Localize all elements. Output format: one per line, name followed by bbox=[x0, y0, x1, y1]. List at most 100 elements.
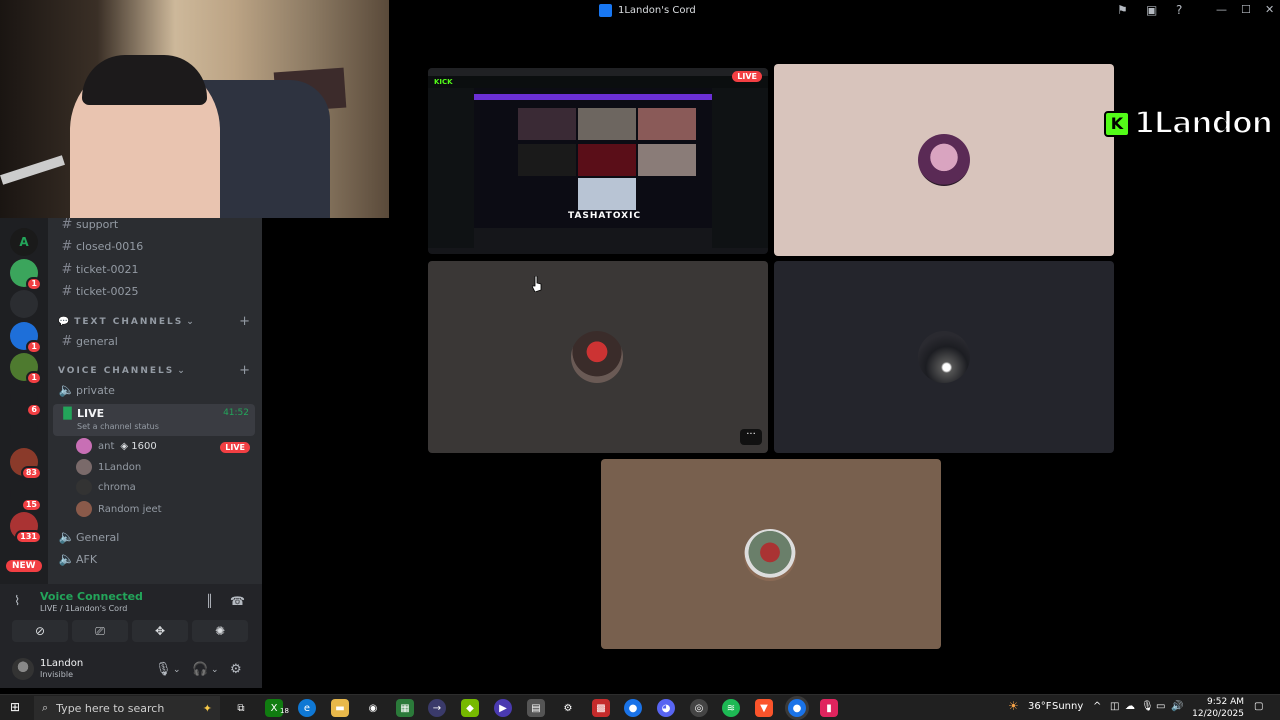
video-off-button[interactable]: ⊘ bbox=[12, 620, 68, 642]
server-icon[interactable]: 131 bbox=[10, 512, 42, 544]
unread-badge: 15 bbox=[20, 498, 42, 512]
activities-button[interactable]: ✥ bbox=[132, 620, 188, 642]
participant-tile-1[interactable] bbox=[774, 64, 1114, 256]
task-view-icon[interactable]: ⧉ bbox=[232, 699, 250, 717]
edge-icon[interactable]: e bbox=[298, 699, 316, 717]
channel-general[interactable]: # general bbox=[58, 331, 118, 351]
server-icon[interactable] bbox=[10, 416, 38, 444]
obs-icon[interactable]: ◉ bbox=[364, 699, 382, 717]
hash-icon: # bbox=[61, 283, 73, 299]
nvidia-icon[interactable]: ◆ bbox=[461, 699, 479, 717]
voice-panel: ⌇ Voice Connected LIVE / 1Landon's Cord … bbox=[0, 584, 262, 688]
hash-icon: # bbox=[61, 218, 73, 232]
voice-user[interactable]: chroma bbox=[76, 478, 136, 496]
unread-badge: 1 bbox=[26, 340, 42, 354]
server-icon[interactable]: 1 bbox=[10, 353, 42, 385]
voice-connected-status[interactable]: Voice Connected bbox=[40, 590, 143, 603]
minimize-icon[interactable]: — bbox=[1216, 3, 1227, 16]
more-options-icon[interactable]: ··· bbox=[740, 429, 762, 445]
voice-channel-afk[interactable]: 🔈 AFK bbox=[58, 549, 97, 569]
participant-tile-2[interactable]: ··· bbox=[428, 261, 768, 453]
server-icon[interactable]: 83 bbox=[10, 448, 42, 480]
media-player-icon[interactable]: ▶ bbox=[494, 699, 512, 717]
steam-icon[interactable]: ◎ bbox=[690, 699, 708, 717]
close-icon[interactable]: ✕ bbox=[1265, 3, 1274, 16]
headphones-icon[interactable]: 🎧 bbox=[192, 662, 208, 677]
server-icon[interactable]: 1 bbox=[10, 259, 42, 291]
taskbar-search[interactable]: ⌕ Type here to search ✦ bbox=[34, 696, 220, 720]
app-red-icon[interactable]: ▩ bbox=[592, 699, 610, 717]
channel-closed-0016[interactable]: # closed-0016 bbox=[58, 236, 144, 256]
inbox-icon[interactable]: ⚑ bbox=[1117, 3, 1128, 17]
settings-gear-icon[interactable]: ⚙ bbox=[230, 662, 242, 677]
tray-mic-icon[interactable]: 🎙 bbox=[1141, 701, 1154, 712]
screen: { "window": { "title": "1Landon's Cord",… bbox=[0, 0, 1280, 720]
webcam-overlay bbox=[0, 0, 389, 218]
category-label: TEXT CHANNELS bbox=[74, 317, 184, 327]
channel-ticket-0021[interactable]: # ticket-0021 bbox=[58, 259, 139, 279]
app-icon[interactable]: → bbox=[428, 699, 446, 717]
store-icon[interactable]: ▦ bbox=[396, 699, 414, 717]
user-avatar[interactable] bbox=[12, 658, 34, 680]
channel-name: ticket-0025 bbox=[76, 284, 139, 298]
brave-icon[interactable]: ▼ bbox=[755, 699, 773, 717]
server-icon[interactable]: 1 bbox=[10, 322, 42, 354]
discord-icon[interactable]: ◕ bbox=[657, 699, 675, 717]
voice-user[interactable]: ant ◈ 1600 bbox=[76, 437, 157, 455]
new-badge[interactable]: NEW bbox=[6, 560, 42, 572]
chrome-icon[interactable]: ● bbox=[624, 699, 642, 717]
share-screen-button[interactable]: ⎚ bbox=[72, 620, 128, 642]
voice-user[interactable]: 1Landon bbox=[76, 458, 141, 476]
soundboard-button[interactable]: ✺ bbox=[192, 620, 248, 642]
maximize-icon[interactable]: ☐ bbox=[1241, 3, 1251, 16]
weather-text[interactable]: Sunny bbox=[1052, 701, 1083, 712]
noise-suppression-icon[interactable]: ║ bbox=[206, 594, 213, 608]
calculator-icon[interactable]: ▤ bbox=[527, 699, 545, 717]
participant-tile-4[interactable] bbox=[601, 459, 941, 649]
category-voice-channels[interactable]: VOICE CHANNELS ⌄ bbox=[58, 366, 187, 376]
unread-badge: 131 bbox=[15, 530, 42, 544]
stream-tile[interactable]: KICK TASHATOXIC LIVE bbox=[428, 68, 768, 254]
tray-app-icon[interactable]: ◫ bbox=[1110, 701, 1119, 712]
app-pink-icon[interactable]: ▮ bbox=[820, 699, 838, 717]
chrome-active-icon[interactable]: ● bbox=[788, 699, 806, 717]
channel-name: closed-0016 bbox=[76, 239, 144, 253]
channel-status-prompt[interactable]: Set a channel status bbox=[77, 422, 159, 431]
disconnect-icon[interactable]: ☎ bbox=[230, 594, 245, 608]
voice-user-name: 1Landon bbox=[98, 461, 142, 473]
tray-chevron-icon[interactable]: ^ bbox=[1093, 701, 1101, 712]
server-icon[interactable] bbox=[10, 290, 38, 318]
help-icon[interactable]: ? bbox=[1176, 3, 1182, 17]
server-icon[interactable]: A bbox=[10, 228, 38, 256]
voice-connected-channel[interactable]: LIVE / 1Landon's Cord bbox=[40, 604, 127, 613]
voice-channel-private[interactable]: 🔈 private bbox=[58, 380, 115, 400]
microphone-icon[interactable]: 🎙 bbox=[155, 662, 172, 677]
add-channel-icon[interactable]: + bbox=[239, 314, 250, 329]
participant-tile-3[interactable] bbox=[774, 261, 1114, 453]
channel-support[interactable]: # support bbox=[58, 218, 119, 234]
file-explorer-icon[interactable]: ▬ bbox=[331, 699, 349, 717]
chevron-down-icon[interactable]: ⌄ bbox=[173, 665, 181, 675]
screen-share-icon[interactable]: ▣ bbox=[1146, 3, 1157, 17]
voice-channel-live[interactable]: ▐▌ LIVE 41:52 Set a channel status bbox=[53, 404, 255, 436]
user-name[interactable]: 1Landon bbox=[40, 658, 83, 669]
voice-channel-general[interactable]: 🔈 General bbox=[58, 527, 119, 547]
tray-network-icon[interactable]: ▭ bbox=[1156, 701, 1165, 712]
server-icon[interactable]: 6 bbox=[10, 385, 42, 417]
server-icon[interactable]: 15 bbox=[10, 480, 42, 512]
tray-volume-icon[interactable]: 🔊 bbox=[1171, 701, 1183, 712]
channel-ticket-0025[interactable]: # ticket-0025 bbox=[58, 281, 139, 301]
tray-cloud-icon[interactable]: ☁ bbox=[1125, 701, 1135, 712]
add-voice-channel-icon[interactable]: + bbox=[239, 363, 250, 378]
spotify-icon[interactable]: ≋ bbox=[722, 699, 740, 717]
system-clock[interactable]: 9:52 AM 12/20/2025 bbox=[1192, 696, 1244, 720]
notifications-icon[interactable]: ▢ bbox=[1254, 701, 1263, 712]
category-text-channels[interactable]: 💬 TEXT CHANNELS ⌄ bbox=[58, 317, 196, 327]
chevron-down-icon[interactable]: ⌄ bbox=[211, 665, 219, 675]
windows-start-icon[interactable]: ⊞ bbox=[10, 700, 20, 714]
user-status: Invisible bbox=[40, 670, 73, 679]
weather-temp[interactable]: 36°F bbox=[1028, 701, 1051, 712]
voice-user[interactable]: Random jeet bbox=[76, 500, 162, 518]
settings-icon[interactable]: ⚙ bbox=[559, 699, 577, 717]
stream-sidebar bbox=[428, 88, 474, 248]
